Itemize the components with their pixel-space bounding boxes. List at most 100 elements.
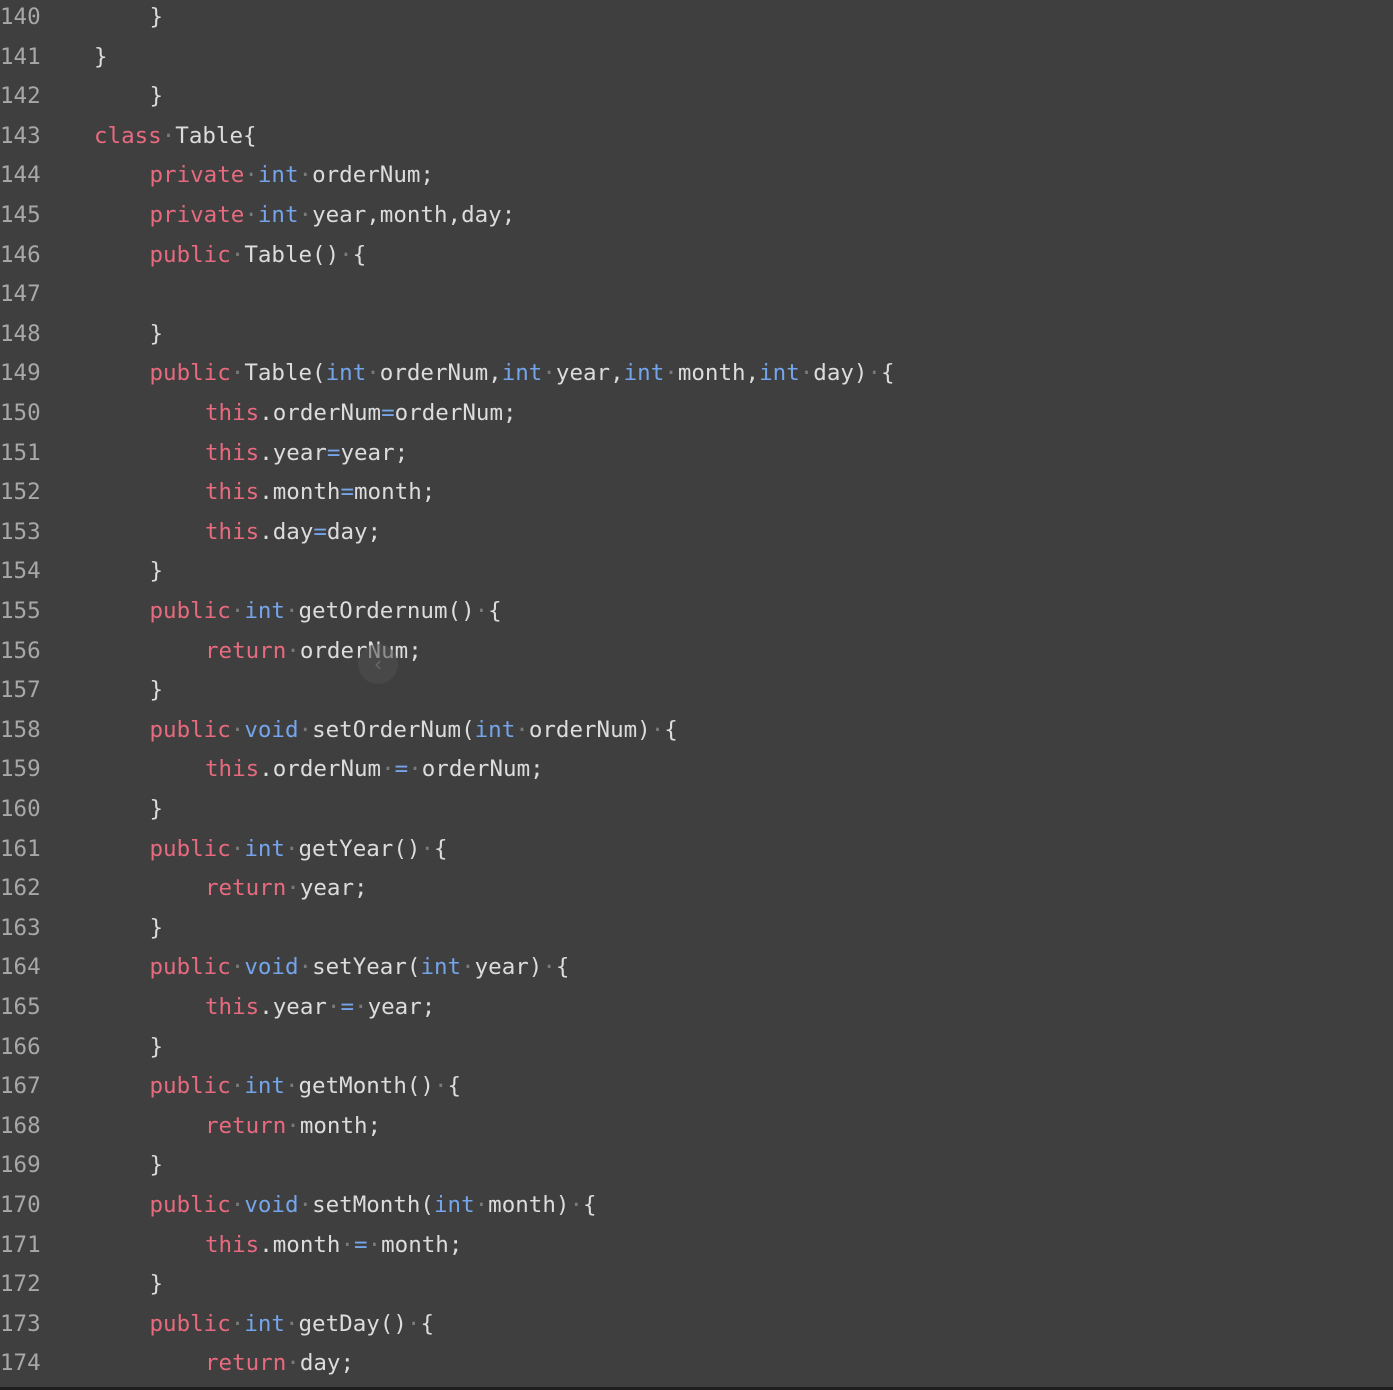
- code-text: return·year;: [205, 870, 368, 910]
- code-text: public·Table()·{: [150, 237, 367, 277]
- code-line[interactable]: 171 this.month·=·month;: [0, 1227, 1393, 1267]
- code-token: public: [149, 716, 231, 743]
- code-token: orderNum;: [394, 400, 517, 426]
- code-line[interactable]: 173 public·int·getDay()·{: [0, 1306, 1393, 1346]
- code-text: this.day=day;: [205, 514, 381, 554]
- code-token: this: [205, 518, 260, 545]
- code-token: orderNum;: [421, 756, 544, 783]
- code-line[interactable]: 153 this.day=day;: [0, 514, 1393, 554]
- code-text: public·void·setOrderNum(int·orderNum)·{: [150, 712, 678, 752]
- code-token: void: [244, 716, 299, 743]
- code-token: orderNum,: [379, 360, 502, 387]
- code-line[interactable]: 156 return·orderNum;: [0, 633, 1393, 673]
- code-token: ·: [867, 360, 882, 387]
- code-token: ·: [298, 162, 313, 189]
- code-line[interactable]: 172}: [0, 1266, 1393, 1306]
- code-token: ·: [339, 241, 353, 268]
- code-token: Table(: [244, 360, 326, 387]
- code-text: public·void·setYear(int·year)·{: [150, 949, 570, 989]
- code-line[interactable]: 158 public·void·setOrderNum(int·orderNum)…: [0, 712, 1393, 752]
- code-line[interactable]: 141}: [0, 39, 1393, 79]
- code-line[interactable]: 162 return·year;: [0, 870, 1393, 910]
- code-token: ·: [286, 1112, 300, 1139]
- code-text: this.year·=·year;: [205, 989, 435, 1029]
- code-token: {: [352, 241, 367, 268]
- code-line[interactable]: 147: [0, 276, 1393, 316]
- code-token: ·: [286, 1350, 300, 1377]
- code-line[interactable]: 143 class·Table{: [0, 118, 1393, 158]
- code-line[interactable]: 161 public·int·getYear()·{: [0, 831, 1393, 871]
- code-text: this.month=month;: [205, 474, 435, 514]
- code-token: ·: [284, 1073, 299, 1100]
- code-line[interactable]: 146 public·Table()·{: [0, 237, 1393, 277]
- code-token: private: [149, 162, 245, 189]
- code-token: public: [149, 1192, 231, 1218]
- code-token: void: [244, 1192, 299, 1218]
- code-text: public·int·getMonth()·{: [150, 1068, 462, 1108]
- code-line[interactable]: 157}: [0, 672, 1393, 712]
- line-number: 149: [0, 360, 41, 387]
- code-line[interactable]: 167 public·int·getMonth()·{: [0, 1068, 1393, 1108]
- code-line[interactable]: 166}: [0, 1029, 1393, 1069]
- code-line[interactable]: 174 return·day;: [0, 1345, 1393, 1385]
- code-text: this.orderNum=orderNum;: [205, 395, 517, 435]
- code-token: int: [244, 835, 285, 862]
- line-number: 165: [0, 994, 41, 1020]
- code-line[interactable]: 169}: [0, 1147, 1393, 1187]
- code-token: ·: [433, 1073, 448, 1100]
- code-token: getOrdernum(): [298, 598, 475, 624]
- code-token: }: [149, 4, 164, 30]
- code-token: ·: [474, 598, 489, 624]
- code-line[interactable]: 155 public·int·getOrdernum()·{: [0, 593, 1393, 633]
- line-number: 163: [0, 914, 41, 941]
- line-number: 147: [0, 281, 41, 308]
- code-token: ·: [474, 1192, 489, 1218]
- code-token: .day: [259, 518, 314, 545]
- code-line[interactable]: 144 private·int·orderNum;: [0, 157, 1393, 197]
- code-line[interactable]: 170 public·void·setMonth(int·month)·{: [0, 1187, 1393, 1227]
- line-number: 144: [0, 162, 41, 189]
- code-line[interactable]: 142}: [0, 78, 1393, 118]
- code-token: year,month,day;: [312, 202, 516, 228]
- code-line[interactable]: 164 public·void·setYear(int·year)·{: [0, 949, 1393, 989]
- code-line[interactable]: 140}: [0, 0, 1393, 39]
- code-line[interactable]: 151 this.year=year;: [0, 435, 1393, 475]
- code-token: ·: [381, 756, 395, 783]
- code-line[interactable]: 150 this.orderNum=orderNum;: [0, 395, 1393, 435]
- code-line[interactable]: 163}: [0, 910, 1393, 950]
- code-token: {: [664, 716, 678, 743]
- code-line[interactable]: 159 this.orderNum·=·orderNum;: [0, 751, 1393, 791]
- code-token: ·: [298, 202, 313, 228]
- line-number: 153: [0, 518, 41, 545]
- code-text: class·Table{: [94, 118, 257, 158]
- line-number: 146: [0, 241, 41, 268]
- code-token: int: [433, 1192, 475, 1218]
- code-token: public: [149, 835, 231, 862]
- code-token: ·: [298, 1192, 313, 1218]
- code-token: orderNum;: [312, 162, 434, 189]
- code-line[interactable]: 149 public·Table(int·orderNum,int·year,in…: [0, 355, 1393, 395]
- code-editor[interactable]: 140} 141} 142} 143 class·Table{144 private·in…: [0, 0, 1393, 1390]
- code-line[interactable]: 145 private·int·year,month,day;: [0, 197, 1393, 237]
- code-token: month,: [677, 360, 760, 387]
- line-number: 157: [0, 677, 41, 704]
- code-line[interactable]: 168 return·month;: [0, 1108, 1393, 1148]
- code-line[interactable]: 152 this.month=month;: [0, 474, 1393, 514]
- code-text: this.year=year;: [205, 435, 408, 475]
- code-token: ·: [340, 1231, 355, 1258]
- code-token: return: [205, 1112, 287, 1139]
- code-line[interactable]: 160}: [0, 791, 1393, 831]
- line-number: 174: [0, 1350, 41, 1377]
- code-line[interactable]: 165 this.year·=·year;: [0, 989, 1393, 1029]
- code-token: ·: [408, 756, 422, 783]
- code-token: int: [474, 716, 516, 743]
- code-token: }: [149, 1033, 164, 1060]
- code-line[interactable]: 154}: [0, 553, 1393, 593]
- chevron-left-icon[interactable]: ‹: [358, 644, 398, 684]
- code-token: ·: [367, 1231, 382, 1258]
- code-token: }: [149, 677, 164, 704]
- code-token: this: [205, 756, 260, 783]
- code-token: ·: [230, 1192, 245, 1218]
- code-line[interactable]: 148}: [0, 316, 1393, 356]
- code-token: int: [244, 598, 285, 624]
